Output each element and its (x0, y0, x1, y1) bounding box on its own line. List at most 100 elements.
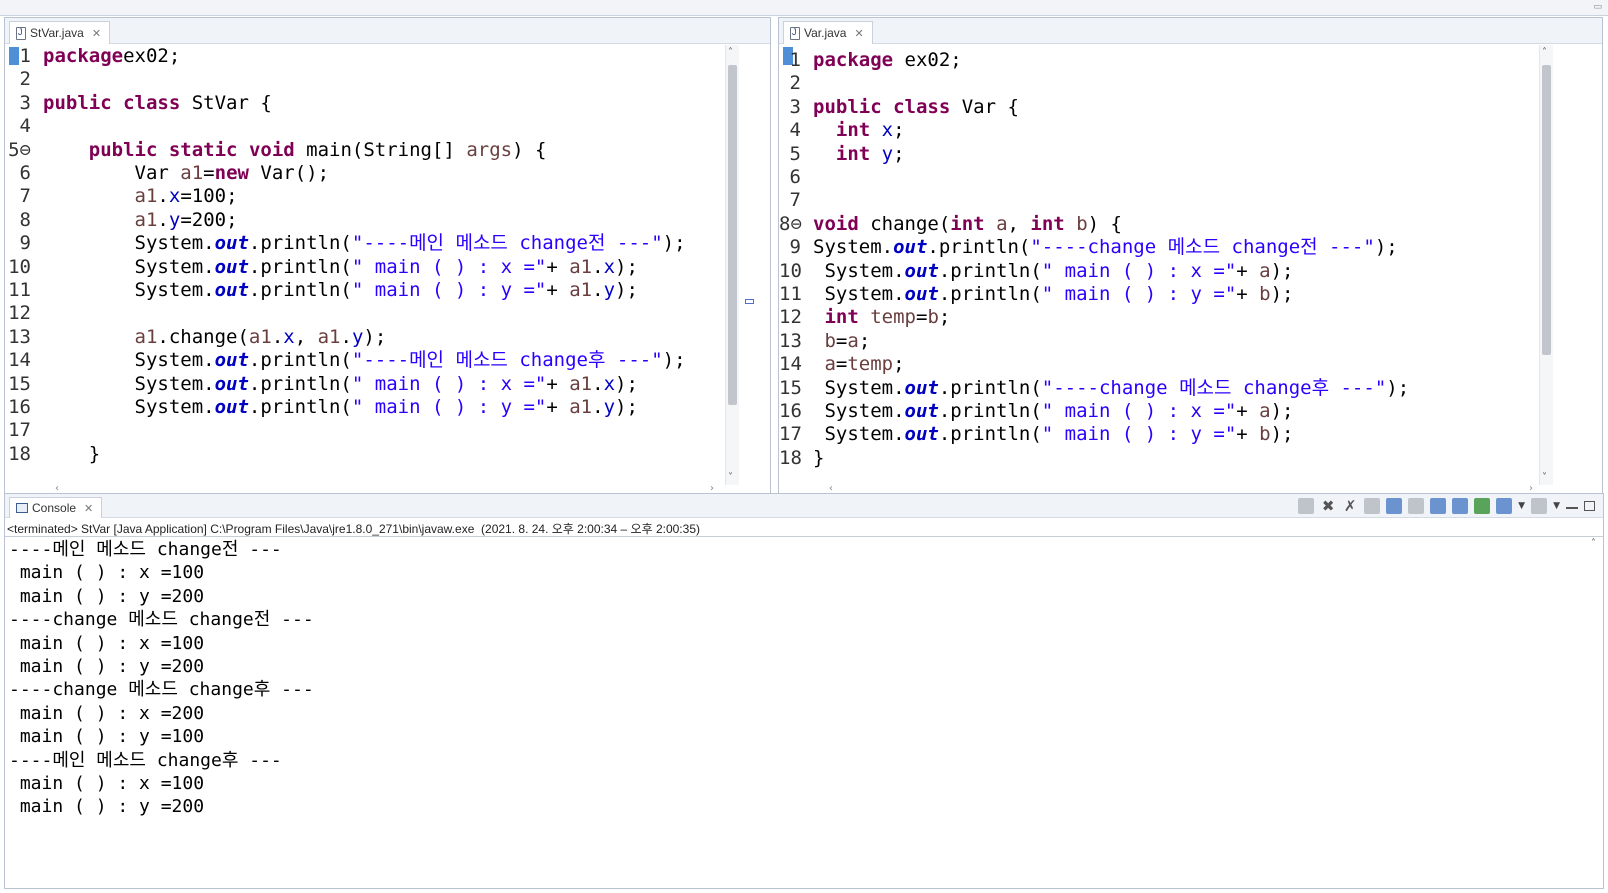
line-number: 7 (19, 185, 31, 208)
code-line[interactable]: 8 a1.y=200; (5, 209, 238, 232)
code-line[interactable]: 9 System.out.println("----메인 메소드 change전… (5, 232, 686, 255)
code-token: . (592, 279, 604, 301)
code-area[interactable]: 1 packageex02; 2 3 public class StVar {4 5⊖ p… (5, 45, 745, 485)
code-line[interactable]: 1 package ex02; (779, 49, 962, 72)
tab-console[interactable]: Console ✕ (9, 497, 103, 518)
line-number: 10 (8, 255, 31, 278)
vertical-scrollbar[interactable]: ˄ ˅ (1539, 45, 1553, 485)
vertical-scrollbar[interactable]: ˄ (1589, 538, 1603, 888)
code-token: Var (43, 162, 181, 184)
scroll-down-icon[interactable]: ˅ (728, 472, 733, 483)
tab-var-java[interactable]: Var.java ✕ (783, 21, 873, 44)
line-number: 18 (8, 442, 31, 465)
code-token: } (43, 442, 101, 465)
code-token: " main ( ) : y =" (351, 396, 547, 418)
code-token: ); (1386, 376, 1410, 399)
code-token: out (214, 232, 249, 255)
code-line[interactable]: 16 System.out.println(" main ( ) : y ="+… (5, 396, 638, 419)
code-token: a1 (317, 325, 341, 348)
scroll-down-icon[interactable]: ˅ (1542, 472, 1547, 483)
code-token: + (546, 396, 570, 418)
scroll-up-icon[interactable]: ˄ (1542, 47, 1547, 58)
console-output-line: ----메인 메소드 change전 --- (9, 539, 282, 560)
line-number: 2 (19, 68, 31, 91)
tab-stvar-java[interactable]: StVar.java ✕ (9, 21, 111, 44)
code-token: ex02; (893, 49, 962, 71)
code-line[interactable]: 4 (5, 115, 43, 138)
scroll-thumb[interactable] (1542, 65, 1551, 355)
code-line[interactable]: 2 (779, 72, 813, 95)
code-line[interactable]: 13 b=a; (779, 330, 870, 353)
code-line[interactable]: 14 System.out.println("----메인 메소드 change… (5, 349, 685, 372)
code-line[interactable]: 10 System.out.println(" main ( ) : x ="+… (5, 256, 638, 279)
scroll-up-icon[interactable]: ˄ (728, 47, 733, 58)
code-token: . (340, 325, 352, 348)
close-icon[interactable]: ✕ (92, 27, 101, 40)
pin-console-icon[interactable] (1474, 498, 1491, 514)
code-line[interactable]: 2 (5, 68, 43, 91)
scroll-up-icon[interactable]: ˄ (1591, 538, 1596, 549)
code-line[interactable]: 11 System.out.println(" main ( ) : y ="+… (5, 279, 638, 302)
code-token: public (813, 95, 882, 118)
close-icon[interactable]: ✕ (854, 27, 863, 40)
code-line[interactable]: 7 a1.x=100; (5, 185, 238, 208)
code-line[interactable]: 1 packageex02; (5, 45, 181, 68)
code-token: , (1007, 212, 1031, 235)
chevron-down-icon[interactable]: ▼ (1518, 501, 1525, 511)
code-token: args (466, 138, 513, 161)
code-line[interactable]: 6 Var a1=new Var(); (5, 162, 329, 185)
code-line[interactable]: 7 (779, 189, 813, 212)
code-line[interactable]: 6 (779, 166, 813, 189)
code-token: void (813, 212, 859, 235)
code-line[interactable]: 11 System.out.println(" main ( ) : y ="+… (779, 283, 1294, 306)
scroll-thumb[interactable] (728, 65, 737, 405)
code-line[interactable]: 8⊖ void change(int a, int b) { (779, 213, 1122, 236)
show-on-stdout-icon[interactable] (1430, 498, 1447, 514)
code-line[interactable]: 12 (5, 302, 43, 325)
code-line[interactable]: 15 System.out.println(" main ( ) : x ="+… (5, 373, 638, 396)
scroll-lock-icon[interactable] (1386, 498, 1403, 514)
code-line[interactable]: 3 public class StVar { (5, 92, 272, 115)
show-on-stderr-icon[interactable] (1452, 498, 1469, 514)
code-line[interactable]: 18 } (5, 443, 100, 466)
close-icon[interactable]: ✕ (84, 502, 93, 515)
vertical-scrollbar[interactable]: ˄ ˅ (725, 45, 739, 485)
chevron-down-icon[interactable]: ▼ (1553, 501, 1560, 511)
code-line[interactable]: 13 a1.change(a1.x, a1.y); (5, 326, 386, 349)
minimize-icon[interactable] (1566, 507, 1578, 509)
code-token: y (168, 208, 181, 231)
code-line[interactable]: 5⊖ public static void main(String[] args… (5, 139, 546, 162)
open-console-icon[interactable] (1531, 498, 1548, 514)
code-line[interactable]: 15 System.out.println("----change 메소드 ch… (779, 377, 1409, 400)
word-wrap-icon[interactable] (1408, 498, 1425, 514)
code-line[interactable]: 4 int x; (779, 119, 905, 142)
code-area[interactable]: 1 package ex02; 2 3 public class Var {4 int … (779, 45, 1577, 485)
code-token: " main ( ) : x =" (1041, 259, 1237, 282)
clear-console-icon[interactable] (1364, 498, 1381, 514)
code-line[interactable]: 14 a=temp; (779, 353, 905, 376)
code-line[interactable]: 5 int y; (779, 143, 905, 166)
code-line[interactable]: 12 int temp=b; (779, 306, 950, 329)
remove-all-terminated-icon[interactable]: ✗ (1342, 498, 1358, 514)
code-token: x (603, 372, 616, 395)
remove-launch-icon[interactable]: ✖ (1320, 498, 1336, 514)
code-line[interactable]: 3 public class Var { (779, 96, 1019, 119)
code-line[interactable]: 18} (779, 447, 824, 470)
code-token: a1 (180, 162, 204, 184)
code-token: "----메인 메소드 change후 ---" (351, 349, 663, 372)
code-token: " main ( ) : y =" (1041, 283, 1237, 305)
line-number: 8⊖ (779, 212, 802, 235)
code-line[interactable]: 10 System.out.println(" main ( ) : x ="+… (779, 260, 1294, 283)
code-line[interactable]: 9 System.out.println("----change 메소드 chan… (779, 236, 1398, 259)
terminate-icon[interactable] (1298, 498, 1315, 514)
restore-icon[interactable]: ▭ (1593, 2, 1602, 12)
code-token: System. (43, 349, 215, 372)
code-line[interactable]: 17 System.out.println(" main ( ) : y ="+… (779, 423, 1294, 446)
maximize-icon[interactable] (1584, 501, 1595, 511)
display-selected-console-icon[interactable] (1496, 498, 1513, 514)
code-line[interactable]: 17 (5, 419, 43, 442)
code-line[interactable]: 16 System.out.println(" main ( ) : x ="+… (779, 400, 1294, 423)
